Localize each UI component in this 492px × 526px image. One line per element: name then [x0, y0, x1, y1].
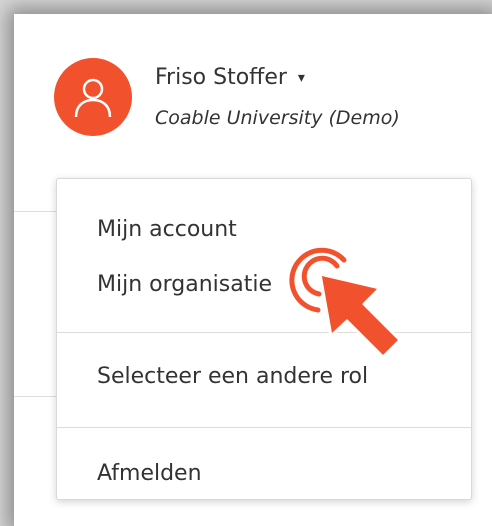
- menu-item-my-account[interactable]: Mijn account: [97, 217, 237, 242]
- menu-separator: [57, 332, 471, 333]
- user-icon: [74, 78, 112, 118]
- organization-name: Coable University (Demo): [155, 107, 400, 129]
- menu-item-select-other-role[interactable]: Selecteer een andere rol: [97, 364, 368, 389]
- screenshot-frame: Friso Stoffer ▾ Coable University (Demo)…: [14, 14, 492, 526]
- user-menu-toggle[interactable]: Friso Stoffer ▾: [155, 65, 305, 90]
- avatar[interactable]: [54, 58, 132, 136]
- menu-separator: [57, 427, 471, 428]
- caret-down-icon: ▾: [297, 70, 305, 86]
- menu-item-my-organization[interactable]: Mijn organisatie: [97, 272, 272, 297]
- user-name: Friso Stoffer: [155, 65, 287, 90]
- menu-item-logout[interactable]: Afmelden: [97, 461, 202, 486]
- user-dropdown-menu: Mijn account Mijn organisatie Selecteer …: [56, 178, 472, 500]
